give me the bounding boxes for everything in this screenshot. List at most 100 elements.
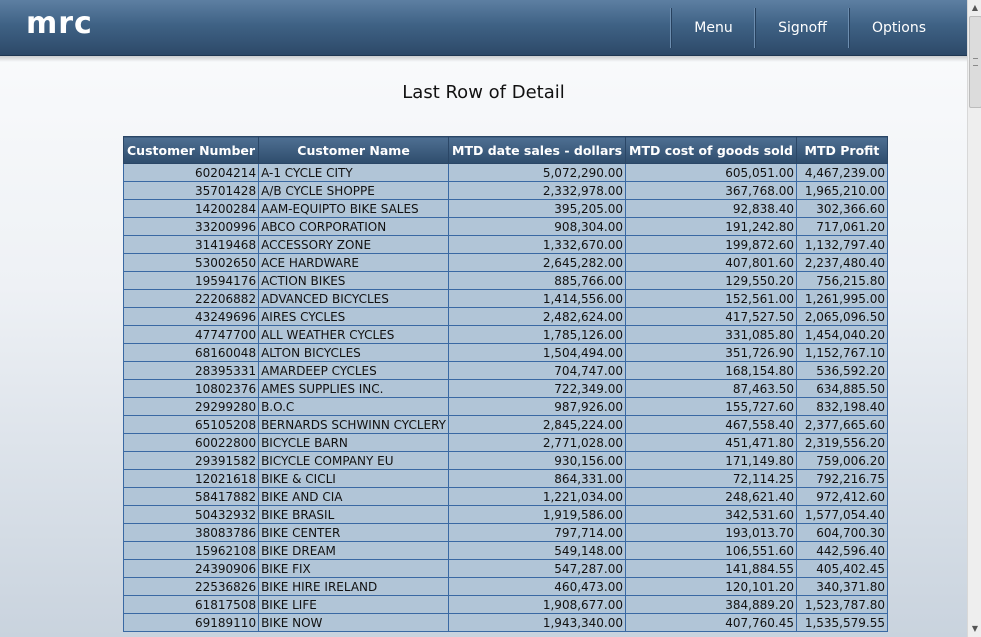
cell-mtd-cogs: 92,838.40 bbox=[625, 199, 797, 218]
cell-customer-number: 35701428 bbox=[122, 181, 260, 200]
cell-mtd-profit: 1,535,579.55 bbox=[795, 613, 888, 632]
cell-customer-name: ACCESSORY ZONE bbox=[258, 235, 450, 254]
cell-mtd-profit: 405,402.45 bbox=[795, 559, 888, 578]
cell-customer-number: 15962108 bbox=[122, 541, 260, 560]
cell-mtd-sales: 2,845,224.00 bbox=[448, 415, 627, 434]
cell-mtd-profit: 4,467,239.00 bbox=[795, 163, 888, 182]
table-row[interactable]: 33200996 ABCO CORPORATION 908,304.00 191,24… bbox=[122, 217, 888, 236]
cell-customer-name: BERNARDS SCHWINN CYCLERY bbox=[258, 415, 450, 434]
table-row[interactable]: 19594176 ACTION BIKES 885,766.00 129,550.20… bbox=[122, 271, 888, 290]
cell-mtd-cogs: 351,726.90 bbox=[625, 343, 797, 362]
cell-customer-name: ACTION BIKES bbox=[258, 271, 450, 290]
cell-customer-number: 58417882 bbox=[122, 487, 260, 506]
cell-customer-number: 22536826 bbox=[122, 577, 260, 596]
cell-mtd-cogs: 193,013.70 bbox=[625, 523, 797, 542]
cell-customer-name: ADVANCED BICYCLES bbox=[258, 289, 450, 308]
cell-mtd-cogs: 171,149.80 bbox=[625, 451, 797, 470]
table-row[interactable]: 43249696 AIRES CYCLES 2,482,624.00 417,527.… bbox=[122, 307, 888, 326]
vertical-scrollbar[interactable]: ▲ ▼ bbox=[967, 0, 981, 637]
table-row[interactable]: 15962108 BIKE DREAM 549,148.00 106,551.60 44… bbox=[122, 541, 888, 560]
cell-mtd-sales: 5,072,290.00 bbox=[448, 163, 627, 182]
cell-customer-name: AIRES CYCLES bbox=[258, 307, 450, 326]
table-row[interactable]: 50432932 BIKE BRASIL 1,919,586.00 342,531.6… bbox=[122, 505, 888, 524]
cell-mtd-cogs: 367,768.00 bbox=[625, 181, 797, 200]
table-row[interactable]: 61817508 BIKE LIFE 1,908,677.00 384,889.20 1… bbox=[122, 595, 888, 614]
cell-mtd-cogs: 331,085.80 bbox=[625, 325, 797, 344]
table-row[interactable]: 29299280 B.O.C 987,926.00 155,727.60 832,198… bbox=[122, 397, 888, 416]
cell-customer-number: 60022800 bbox=[122, 433, 260, 452]
cell-mtd-profit: 442,596.40 bbox=[795, 541, 888, 560]
column-header-mtd-profit[interactable]: MTD Profit bbox=[795, 136, 888, 164]
cell-mtd-sales: 885,766.00 bbox=[448, 271, 627, 290]
cell-mtd-cogs: 467,558.40 bbox=[625, 415, 797, 434]
cell-mtd-profit: 1,454,040.20 bbox=[795, 325, 888, 344]
cell-mtd-profit: 1,523,787.80 bbox=[795, 595, 888, 614]
table-row[interactable]: 60022800 BICYCLE BARN 2,771,028.00 451,471.… bbox=[122, 433, 888, 452]
scroll-down-arrow-icon[interactable]: ▼ bbox=[968, 621, 981, 637]
cell-mtd-cogs: 129,550.20 bbox=[625, 271, 797, 290]
table-row[interactable]: 38083786 BIKE CENTER 797,714.00 193,013.70 6… bbox=[122, 523, 888, 542]
scroll-thumb[interactable] bbox=[969, 16, 981, 108]
table-row[interactable]: 10802376 AMES SUPPLIES INC. 722,349.00 87,4… bbox=[122, 379, 888, 398]
table-row[interactable]: 68160048 ALTON BICYCLES 1,504,494.00 351,72… bbox=[122, 343, 888, 362]
table-row[interactable]: 22206882 ADVANCED BICYCLES 1,414,556.00 152… bbox=[122, 289, 888, 308]
cell-mtd-cogs: 407,760.45 bbox=[625, 613, 797, 632]
cell-mtd-sales: 1,919,586.00 bbox=[448, 505, 627, 524]
table-row[interactable]: 12021618 BIKE & CICLI 864,331.00 72,114.25 7… bbox=[122, 469, 888, 488]
column-header-customer-number[interactable]: Customer Number bbox=[122, 136, 260, 164]
table-row[interactable]: 31419468 ACCESSORY ZONE 1,332,670.00 199,87… bbox=[122, 235, 888, 254]
table-row[interactable]: 28395331 AMARDEEP CYCLES 704,747.00 168,154… bbox=[122, 361, 888, 380]
cell-mtd-sales: 2,482,624.00 bbox=[448, 307, 627, 326]
table-row[interactable]: 47747700 ALL WEATHER CYCLES 1,785,126.00 33… bbox=[122, 325, 888, 344]
cell-customer-number: 29391582 bbox=[122, 451, 260, 470]
cell-mtd-cogs: 248,621.40 bbox=[625, 487, 797, 506]
table-row[interactable]: 60204214 A-1 CYCLE CITY 5,072,290.00 605,05… bbox=[122, 163, 888, 182]
cell-customer-name: A/B CYCLE SHOPPE bbox=[258, 181, 450, 200]
cell-mtd-profit: 756,215.80 bbox=[795, 271, 888, 290]
table-row[interactable]: 53002650 ACE HARDWARE 2,645,282.00 407,801.… bbox=[122, 253, 888, 272]
cell-customer-number: 29299280 bbox=[122, 397, 260, 416]
column-header-mtd-sales[interactable]: MTD date sales - dollars bbox=[448, 136, 627, 164]
page-title: Last Row of Detail bbox=[402, 82, 565, 103]
table-row[interactable]: 65105208 BERNARDS SCHWINN CYCLERY 2,845,22… bbox=[122, 415, 888, 434]
cell-mtd-sales: 1,504,494.00 bbox=[448, 343, 627, 362]
table-header-row: Customer Number Customer Name MTD date s… bbox=[122, 136, 888, 164]
cell-mtd-profit: 1,261,995.00 bbox=[795, 289, 888, 308]
cell-customer-name: ALL WEATHER CYCLES bbox=[258, 325, 450, 344]
signoff-button[interactable]: Signoff bbox=[755, 8, 849, 48]
table-row[interactable]: 29391582 BICYCLE COMPANY EU 930,156.00 171,… bbox=[122, 451, 888, 470]
cell-mtd-profit: 536,592.20 bbox=[795, 361, 888, 380]
cell-customer-name: AMES SUPPLIES INC. bbox=[258, 379, 450, 398]
cell-mtd-cogs: 417,527.50 bbox=[625, 307, 797, 326]
cell-mtd-sales: 2,771,028.00 bbox=[448, 433, 627, 452]
table-row[interactable]: 22536826 BIKE HIRE IRELAND 460,473.00 120,1… bbox=[122, 577, 888, 596]
table-row[interactable]: 35701428 A/B CYCLE SHOPPE 2,332,978.00 367,… bbox=[122, 181, 888, 200]
cell-customer-name: BICYCLE BARN bbox=[258, 433, 450, 452]
scroll-up-arrow-icon[interactable]: ▲ bbox=[968, 0, 981, 16]
menu-button[interactable]: Menu bbox=[671, 8, 755, 48]
options-button[interactable]: Options bbox=[849, 8, 948, 48]
cell-customer-number: 22206882 bbox=[122, 289, 260, 308]
cell-customer-number: 65105208 bbox=[122, 415, 260, 434]
grip-icon bbox=[973, 58, 978, 66]
cell-mtd-cogs: 141,884.55 bbox=[625, 559, 797, 578]
table-row[interactable]: 69189110 BIKE NOW 1,943,340.00 407,760.45 1,… bbox=[122, 613, 888, 632]
cell-mtd-profit: 634,885.50 bbox=[795, 379, 888, 398]
table-row[interactable]: 58417882 BIKE AND CIA 1,221,034.00 248,621.… bbox=[122, 487, 888, 506]
table-row[interactable]: 14200284 AAM-EQUIPTO BIKE SALES 395,205.00… bbox=[122, 199, 888, 218]
cell-mtd-cogs: 199,872.60 bbox=[625, 235, 797, 254]
cell-mtd-profit: 972,412.60 bbox=[795, 487, 888, 506]
cell-mtd-cogs: 87,463.50 bbox=[625, 379, 797, 398]
cell-mtd-profit: 2,237,480.40 bbox=[795, 253, 888, 272]
table-row[interactable]: 24390906 BIKE FIX 547,287.00 141,884.55 405,… bbox=[122, 559, 888, 578]
cell-mtd-profit: 340,371.80 bbox=[795, 577, 888, 596]
cell-customer-name: BIKE LIFE bbox=[258, 595, 450, 614]
cell-mtd-sales: 908,304.00 bbox=[448, 217, 627, 236]
cell-mtd-sales: 1,414,556.00 bbox=[448, 289, 627, 308]
column-header-mtd-cogs[interactable]: MTD cost of goods sold bbox=[625, 136, 797, 164]
cell-mtd-profit: 1,965,210.00 bbox=[795, 181, 888, 200]
header-shadow bbox=[0, 56, 967, 62]
cell-customer-name: AMARDEEP CYCLES bbox=[258, 361, 450, 380]
column-header-customer-name[interactable]: Customer Name bbox=[258, 136, 450, 164]
cell-customer-name: A-1 CYCLE CITY bbox=[258, 163, 450, 182]
